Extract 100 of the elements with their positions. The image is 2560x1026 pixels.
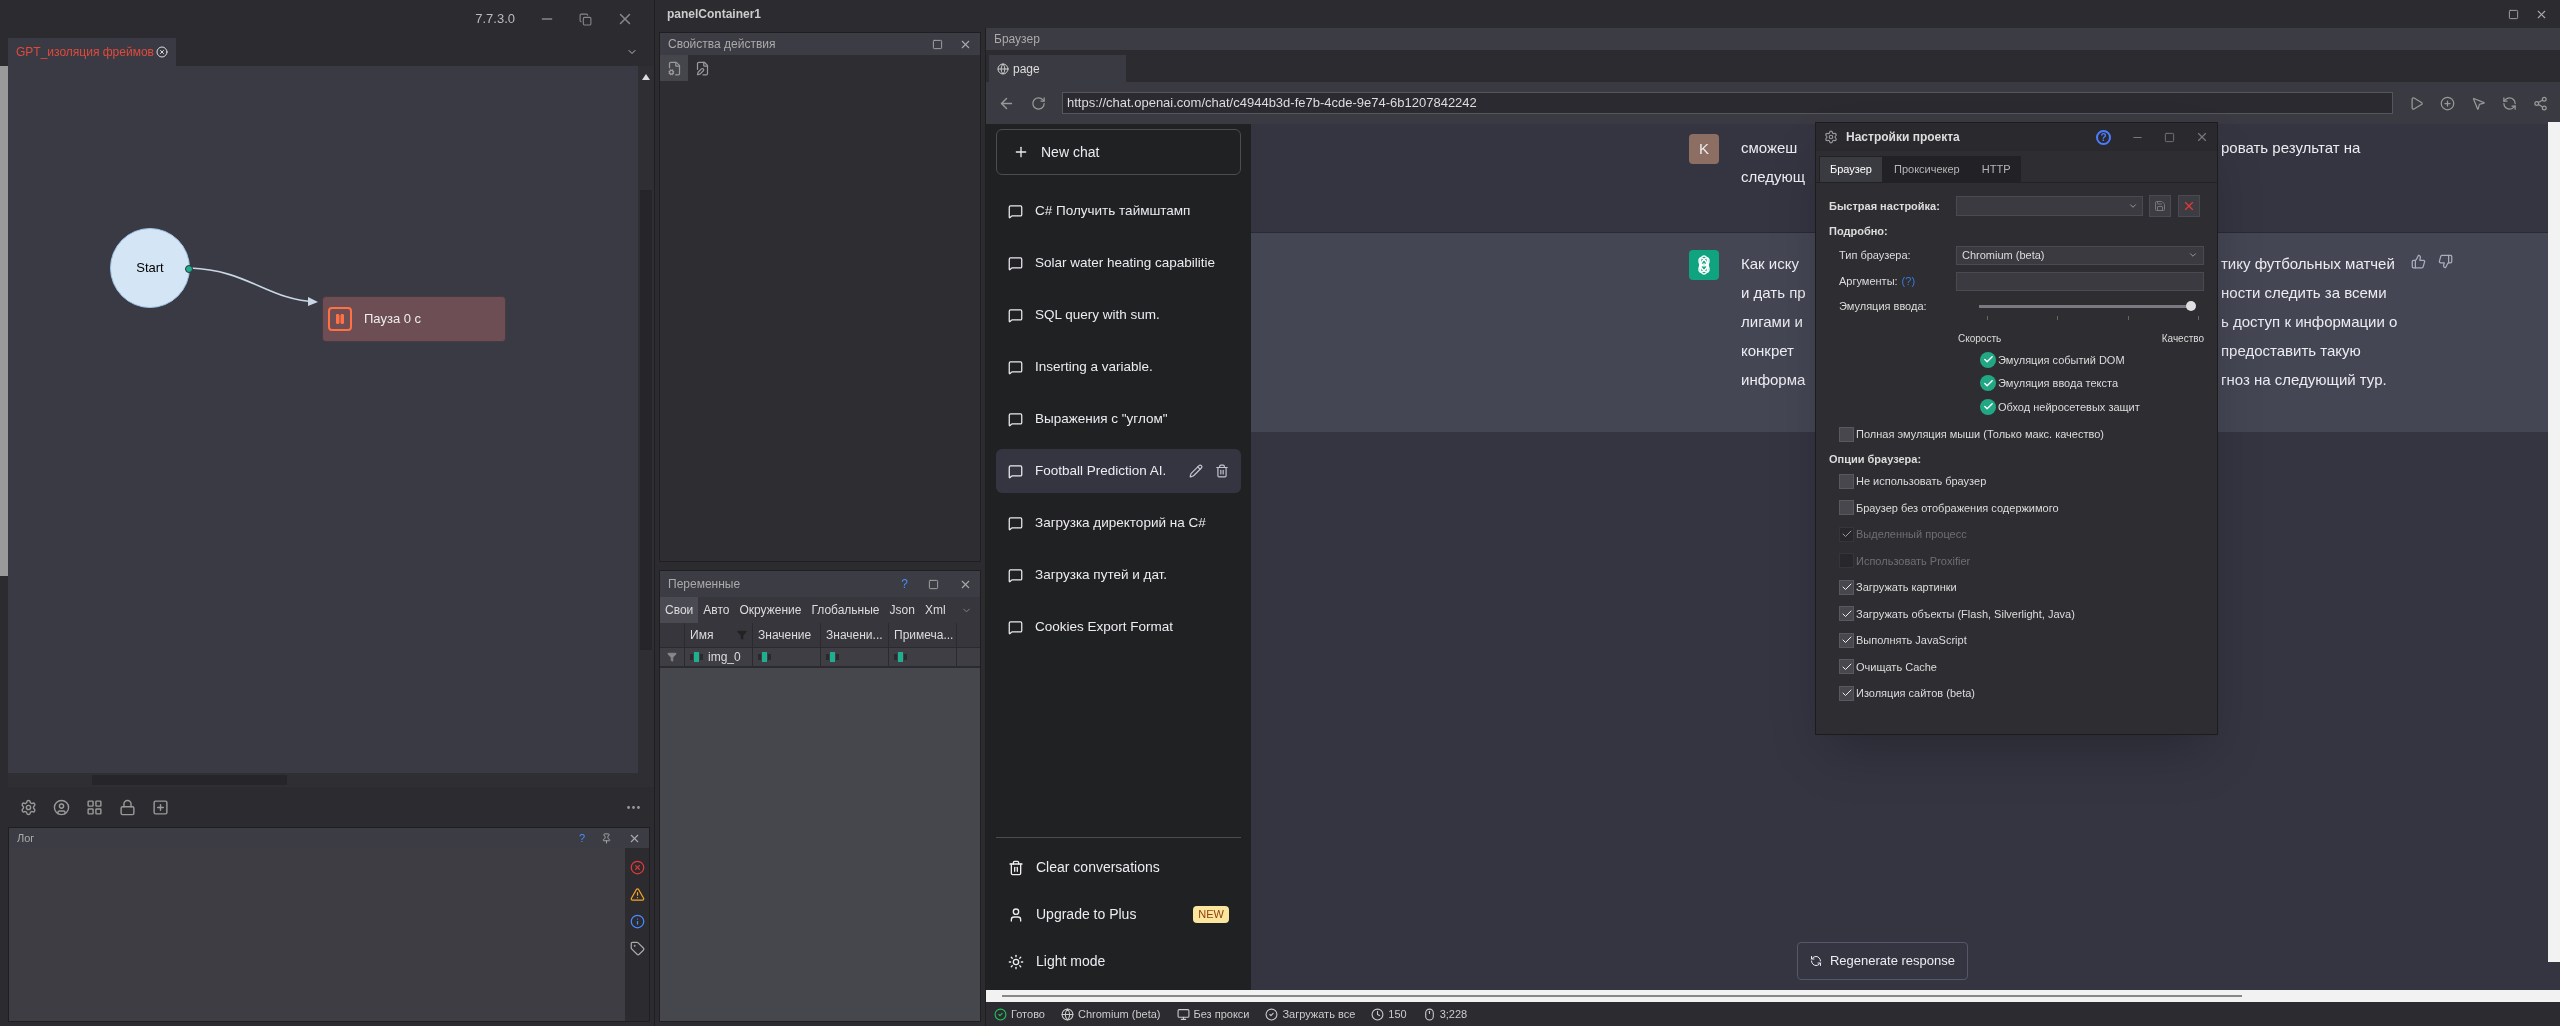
restore-icon[interactable] — [579, 12, 592, 26]
option-label: Очищать Cache — [1856, 659, 1937, 675]
column-header[interactable]: Примеча... — [889, 623, 957, 647]
error-icon[interactable] — [629, 860, 645, 875]
maximize-icon[interactable] — [928, 578, 939, 590]
save-button[interactable] — [2149, 195, 2171, 217]
message-text: ь доступ к информации о — [2221, 312, 2398, 333]
warning-icon[interactable] — [629, 887, 645, 902]
variables-tab[interactable]: Окружение — [734, 597, 807, 623]
thumbs-down-icon[interactable] — [2438, 254, 2453, 269]
browser-tab[interactable]: page — [989, 55, 1126, 82]
maximize-icon[interactable] — [2164, 131, 2175, 143]
checkbox[interactable] — [1839, 473, 1854, 489]
checkbox[interactable] — [1839, 659, 1854, 675]
chat-history-item[interactable]: Cookies Export Format — [996, 605, 1241, 649]
close-icon[interactable] — [2195, 130, 2209, 144]
check-icon — [1982, 377, 1994, 389]
check-badge[interactable] — [1980, 375, 1996, 392]
grid-icon[interactable] — [86, 798, 103, 816]
checkbox[interactable] — [1839, 579, 1854, 595]
text-type-icon — [894, 652, 908, 662]
pin-icon[interactable] — [601, 832, 612, 844]
sidebar-action[interactable]: Light mode — [996, 938, 1241, 985]
chat-history-item[interactable]: SQL query with sum. — [996, 293, 1241, 337]
checkbox[interactable] — [1839, 632, 1854, 648]
file-pencil-icon — [694, 60, 710, 76]
chat-history-item[interactable]: Загрузка путей и дат. — [996, 553, 1241, 597]
close-tab-icon[interactable] — [156, 46, 168, 58]
delete-button[interactable] — [2178, 195, 2200, 217]
user-icon[interactable] — [53, 798, 70, 816]
maximize-icon[interactable] — [2508, 8, 2519, 20]
add-icon[interactable] — [2440, 95, 2455, 111]
script-canvas[interactable]: Start Пауза 0 с — [8, 66, 638, 773]
delete-icon[interactable] — [1215, 464, 1229, 478]
sync-icon[interactable] — [2502, 95, 2517, 111]
new-badge: NEW — [1193, 906, 1229, 923]
chat-history-item[interactable]: Solar water heating capabilitie — [996, 241, 1241, 285]
regenerate-button[interactable]: Regenerate response — [1797, 942, 1968, 980]
option-label: Загружать объекты (Flash, Silverlight, Java) — [1856, 606, 2075, 622]
chat-history-item[interactable]: Inserting a variable. — [996, 345, 1241, 389]
lock-icon[interactable] — [119, 798, 136, 816]
checkbox[interactable] — [1839, 426, 1854, 442]
chat-history-item[interactable]: Выражения с "углом" — [996, 397, 1241, 441]
info-icon[interactable] — [629, 914, 645, 929]
filter-icon[interactable] — [667, 652, 677, 662]
tag-icon[interactable] — [629, 941, 645, 956]
dialog-tab[interactable]: Проксичекер — [1883, 156, 1971, 182]
column-header[interactable]: Значени... — [821, 623, 889, 647]
option-label: Обход нейросетевых защит — [1998, 399, 2140, 415]
thumbs-up-icon[interactable] — [2411, 254, 2426, 269]
checkbox[interactable] — [1839, 685, 1854, 701]
help-button[interactable]: ? — [2096, 129, 2111, 145]
sidebar-action[interactable]: Upgrade to Plus NEW — [996, 891, 1241, 938]
user-avatar: K — [1689, 134, 1719, 164]
arguments-field[interactable] — [1956, 271, 2204, 291]
variables-tab[interactable]: Глобальные — [806, 597, 885, 623]
edit-icon[interactable] — [1189, 464, 1203, 478]
side-scrollbar[interactable] — [0, 66, 8, 576]
variables-tab[interactable]: Json — [884, 597, 920, 623]
variables-tab[interactable]: Xml — [919, 597, 951, 623]
vertical-scrollbar[interactable] — [2548, 122, 2560, 962]
url-field[interactable]: https://chat.openai.com/chat/c4944b3d-fe7b-4cde-9e74-6b1207842242 — [1062, 92, 2393, 114]
status-item: Без прокси — [1193, 1006, 1250, 1022]
check-badge[interactable] — [1980, 351, 1996, 368]
start-node[interactable]: Start — [110, 228, 190, 308]
panel-title: Браузер — [994, 31, 1040, 48]
log-title: Лог — [17, 830, 35, 846]
column-header[interactable]: Имя — [685, 623, 753, 647]
dialog-tab[interactable]: Браузер — [1819, 156, 1883, 182]
chat-history-item[interactable]: Football Prediction AI. — [996, 449, 1241, 493]
option-label: Выделенный процесс — [1856, 527, 1967, 542]
cursor-icon[interactable] — [2471, 95, 2486, 111]
new-chat-button[interactable]: New chat — [996, 129, 1241, 175]
column-header[interactable]: Значение — [753, 623, 821, 647]
horizontal-scrollbar[interactable] — [986, 990, 2560, 1002]
checkbox[interactable] — [1839, 606, 1854, 622]
share-icon[interactable] — [2533, 95, 2548, 111]
sidebar-action[interactable]: Clear conversations — [996, 844, 1241, 891]
chat-icon — [1008, 619, 1023, 635]
option-label: Изоляция сайтов (beta) — [1856, 686, 1975, 701]
variables-tab[interactable]: Авто — [698, 597, 735, 623]
pause-node[interactable]: Пауза 0 с — [322, 296, 506, 342]
browser-type-dropdown[interactable]: Chromium (beta) — [1956, 245, 2204, 265]
gear-icon — [1824, 130, 1838, 144]
reload-icon[interactable] — [1031, 95, 1046, 111]
check-badge[interactable] — [1980, 398, 1996, 415]
play-icon[interactable] — [2409, 95, 2424, 111]
dialog-tab[interactable]: HTTP — [1970, 156, 2022, 182]
dialog-title: Настройки проекта — [1846, 129, 1960, 146]
pause-icon — [334, 313, 346, 325]
variables-tab[interactable]: Свои — [660, 597, 699, 623]
add-icon[interactable] — [152, 798, 169, 816]
chat-history-item[interactable]: Загрузка директорий на C# — [996, 501, 1241, 545]
chat-history-item[interactable]: C# Получить таймштамп — [996, 189, 1241, 233]
option-label: Эмуляция событий DOM — [1998, 352, 2125, 368]
properties-tool[interactable] — [660, 55, 688, 81]
checkbox[interactable] — [1839, 500, 1854, 516]
maximize-icon[interactable] — [932, 38, 943, 50]
slider-thumb[interactable] — [2186, 300, 2196, 311]
settings-icon[interactable] — [20, 798, 37, 816]
